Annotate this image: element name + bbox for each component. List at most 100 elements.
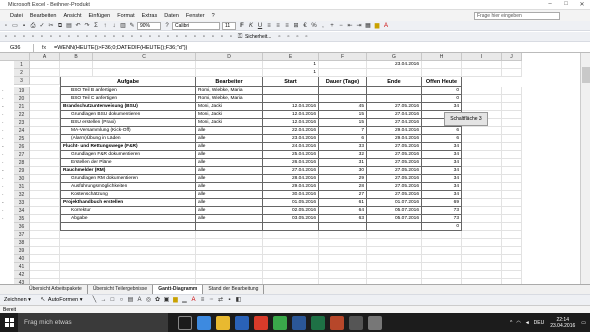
cell-aufgabe[interactable]: BSU erstellen (Praxi) <box>60 119 196 127</box>
picture-icon[interactable]: ▣ <box>162 296 170 304</box>
cell-offen[interactable]: 34 <box>422 103 462 111</box>
toolbar-icon-27[interactable]: ▫ <box>275 33 283 41</box>
cell-aufgabe[interactable] <box>60 247 196 255</box>
cell[interactable] <box>502 69 522 77</box>
cell[interactable] <box>30 127 60 135</box>
outline-group-marker[interactable] <box>2 77 14 85</box>
cell[interactable] <box>30 69 60 77</box>
cell[interactable] <box>462 271 502 279</box>
cell-bearbeiter[interactable]: Romi, Wiebke, Maria <box>196 95 263 103</box>
cell[interactable] <box>502 247 522 255</box>
cell[interactable] <box>30 207 60 215</box>
sort-asc-icon[interactable]: ↑ <box>101 22 109 30</box>
cell[interactable] <box>502 239 522 247</box>
outline-group-marker[interactable]: · <box>2 207 14 215</box>
cell-offen[interactable] <box>422 231 462 239</box>
row-header[interactable]: 37 <box>14 231 30 239</box>
cell-bearbeiter[interactable]: alle <box>196 183 263 191</box>
cell[interactable] <box>502 127 522 135</box>
cell[interactable] <box>462 61 502 69</box>
cell-offen[interactable] <box>422 271 462 279</box>
cell[interactable] <box>30 231 60 239</box>
menu-bearbeiten[interactable]: Bearbeiten <box>30 13 57 19</box>
cell-start[interactable]: 24.04.2016 <box>263 143 319 151</box>
cell-aufgabe[interactable]: BSO Teil C anfertigen <box>60 95 196 103</box>
toolbar-icon-14[interactable]: ▫ <box>119 33 127 41</box>
cell[interactable] <box>502 159 522 167</box>
cell-ende[interactable] <box>367 95 422 103</box>
cell-bearbeiter[interactable]: alle <box>196 175 263 183</box>
shadow-icon[interactable]: ▪ <box>225 296 233 304</box>
cell[interactable] <box>30 95 60 103</box>
toolbar-icon-2[interactable]: ▫ <box>11 33 19 41</box>
cell-dauer[interactable]: 6 <box>319 135 367 143</box>
cell[interactable] <box>60 69 93 77</box>
outline-group-marker[interactable]: - <box>2 167 14 175</box>
underline-icon[interactable]: U <box>256 22 264 30</box>
cell-dauer[interactable] <box>319 223 367 231</box>
3d-icon[interactable]: ◧ <box>234 296 242 304</box>
cell-dauer[interactable]: 28 <box>319 183 367 191</box>
cell[interactable] <box>502 87 522 95</box>
cell[interactable] <box>502 183 522 191</box>
cell-ende[interactable] <box>367 247 422 255</box>
cell-dauer[interactable]: 32 <box>319 151 367 159</box>
name-box[interactable]: G36 <box>0 43 34 52</box>
cell-ende[interactable]: 27.05.2016 <box>367 159 422 167</box>
cell-dauer[interactable] <box>319 271 367 279</box>
outline-group-marker[interactable]: · <box>2 159 14 167</box>
cell-ende[interactable]: 27.04.2016 <box>367 119 422 127</box>
toolbar-icon-12[interactable]: ▫ <box>101 33 109 41</box>
cell-aufgabe[interactable]: Grundlagen RM dokumentieren <box>60 175 196 183</box>
arrow-style-icon[interactable]: ⇄ <box>216 296 224 304</box>
row-header[interactable]: 39 <box>14 247 30 255</box>
word-icon[interactable] <box>292 315 306 330</box>
toolbar-icon-30[interactable]: ▫ <box>302 33 310 41</box>
cell-start[interactable]: 12.04.2016 <box>263 111 319 119</box>
cell[interactable] <box>462 215 502 223</box>
cell-ende[interactable]: 01.07.2016 <box>367 199 422 207</box>
vertical-scrollbar-thumb[interactable] <box>582 67 590 83</box>
row-header[interactable]: 20 <box>14 95 30 103</box>
tab-uebersicht-teilergebnisse[interactable]: Übersicht Teilergebnisse <box>88 285 154 294</box>
toolbar-icon-3[interactable]: ▫ <box>20 33 28 41</box>
toolbar-icon-4[interactable]: ▫ <box>29 33 37 41</box>
maximize-button[interactable]: □ <box>558 1 574 8</box>
cell-aufgabe[interactable]: Ausführungsmöglichkeiten <box>60 183 196 191</box>
cell-ende[interactable]: 05.07.2016 <box>367 215 422 223</box>
cell-ende[interactable]: 29.04.2016 <box>367 127 422 135</box>
row-header[interactable]: 36 <box>14 223 30 231</box>
currency-icon[interactable]: € <box>301 22 309 30</box>
borders-icon[interactable]: ▦ <box>364 22 372 30</box>
cell-start[interactable]: 30.04.2016 <box>263 191 319 199</box>
cell-start[interactable] <box>263 263 319 271</box>
line-icon[interactable]: ╲ <box>90 296 98 304</box>
help-search-input[interactable]: Frage hier eingeben <box>474 11 560 20</box>
outline-group-marker[interactable]: · <box>2 215 14 223</box>
excel-icon[interactable] <box>311 315 325 330</box>
outline-group-marker[interactable]: · <box>2 87 14 95</box>
row-header[interactable]: 22 <box>14 111 30 119</box>
cell[interactable] <box>502 61 522 69</box>
indent-increase-icon[interactable]: ⇥ <box>355 22 363 30</box>
cell-offen[interactable]: 34 <box>422 167 462 175</box>
toolbar-icon-22[interactable]: ▫ <box>191 33 199 41</box>
cell[interactable] <box>502 167 522 175</box>
cell[interactable] <box>462 103 502 111</box>
cell[interactable] <box>462 183 502 191</box>
column-header-i[interactable]: I <box>462 53 502 61</box>
cell-ende[interactable]: 29.04.2016 <box>367 135 422 143</box>
spotify-icon[interactable] <box>273 315 287 330</box>
close-button[interactable]: ✕ <box>574 1 590 8</box>
autoformen-menu[interactable]: AutoFormen ▾ <box>48 297 83 303</box>
cell[interactable] <box>502 151 522 159</box>
merge-icon[interactable]: ⊞ <box>292 22 300 30</box>
cell-aufgabe[interactable]: Korrektur <box>60 207 196 215</box>
column-header-d[interactable]: D <box>196 53 263 61</box>
chart-icon[interactable]: ▥ <box>119 22 127 30</box>
app-icon-1[interactable] <box>349 315 363 330</box>
cell-offen[interactable]: 34 <box>422 183 462 191</box>
cell-bearbeiter[interactable]: alle <box>196 167 263 175</box>
cell[interactable] <box>462 207 502 215</box>
cell-dauer[interactable] <box>319 247 367 255</box>
